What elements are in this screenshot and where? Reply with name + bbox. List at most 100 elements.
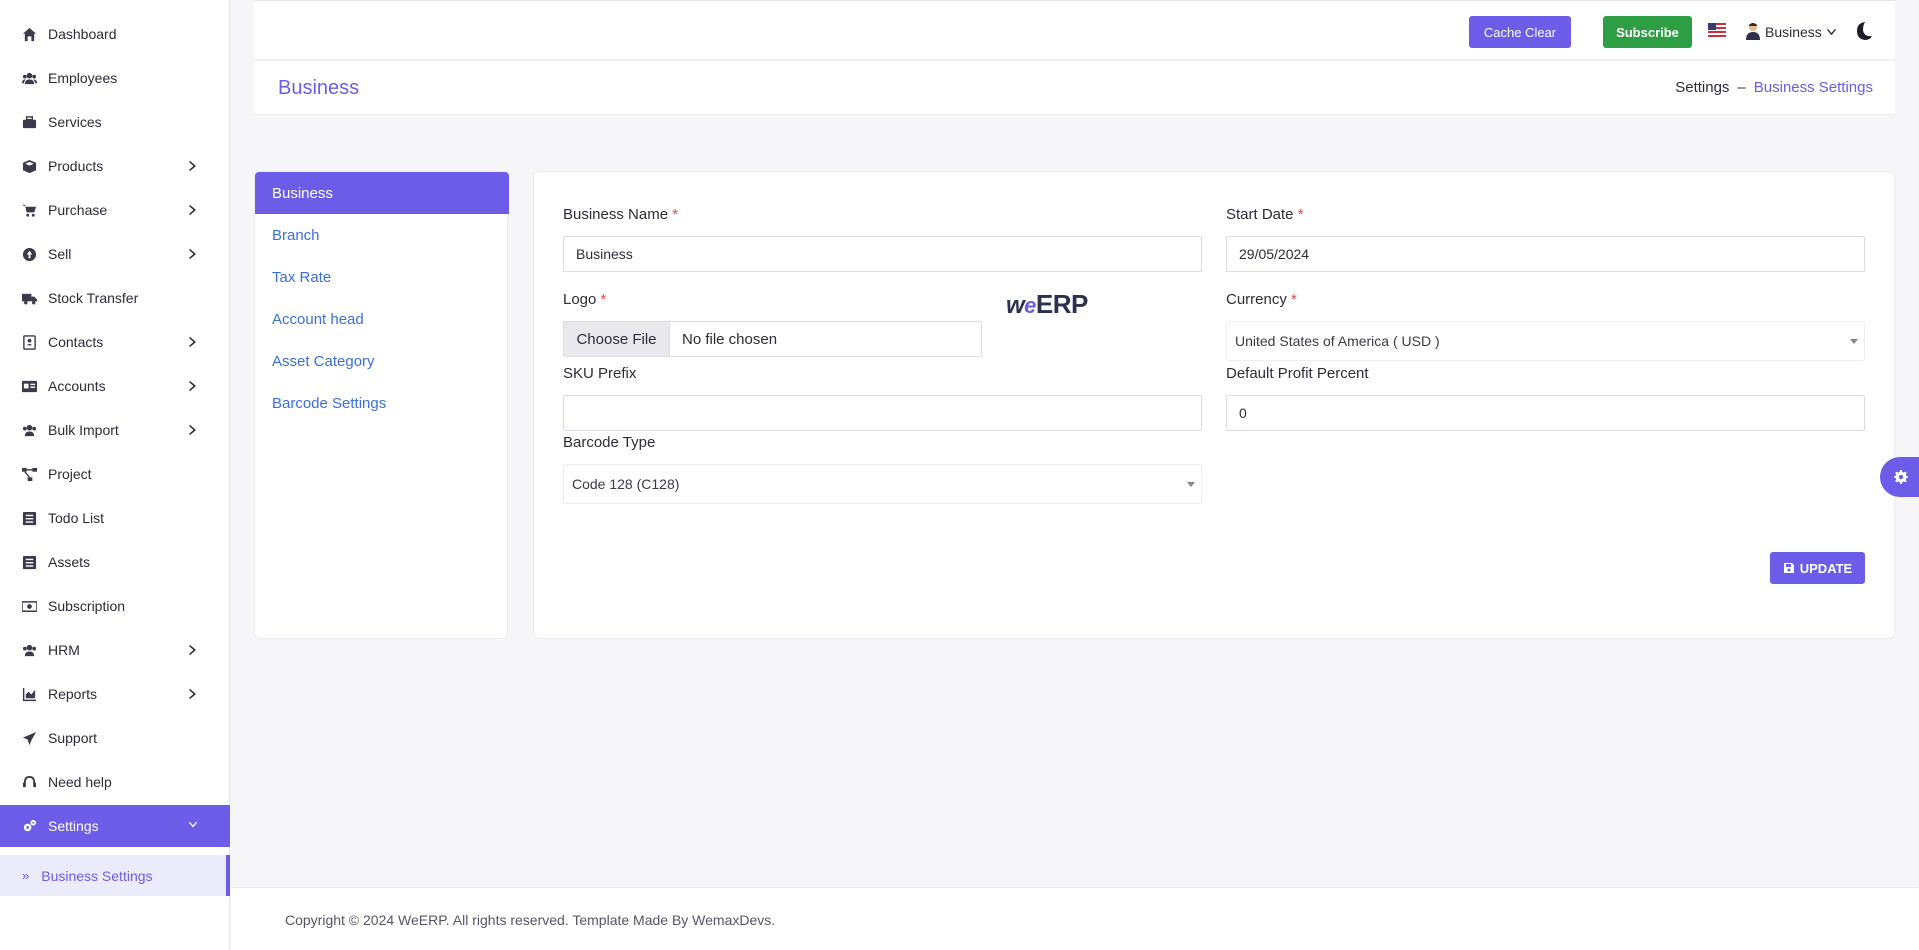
sku-prefix-label: SKU Prefix: [563, 365, 637, 382]
sidebar-item-support[interactable]: Support: [0, 718, 230, 758]
sidebar-item-need-help[interactable]: Need help: [0, 762, 230, 802]
top-header: Cache Clear Subscribe Business: [254, 0, 1895, 60]
sidebar-item-assets[interactable]: Assets: [0, 542, 230, 582]
sidebar-item-label: HRM: [48, 642, 80, 658]
users-icon: [20, 421, 38, 439]
logo-file-input[interactable]: Choose File No file chosen: [563, 321, 982, 357]
box-icon: [20, 157, 38, 175]
briefcase-icon: [20, 113, 38, 131]
sidebar-item-label: Contacts: [48, 334, 104, 350]
users-icon: [20, 641, 38, 659]
currency-select[interactable]: United States of America ( USD ): [1226, 321, 1865, 361]
user-menu[interactable]: Business: [1745, 21, 1837, 43]
sidebar-item-label: Purchase: [48, 202, 108, 218]
barcode-type-label: Barcode Type: [563, 434, 656, 451]
list-icon: [20, 509, 38, 527]
sidebar-item-sell[interactable]: Sell: [0, 234, 230, 274]
save-icon: [1783, 563, 1794, 573]
sidebar-item-todo-list[interactable]: Todo List: [0, 498, 230, 538]
sidebar-item-label: Subscription: [48, 598, 126, 614]
sidebar-item-services[interactable]: Services: [0, 102, 230, 142]
sidebar-item-subscription[interactable]: Subscription: [0, 586, 230, 626]
start-date-input[interactable]: 29/05/2024: [1226, 236, 1865, 272]
caret-down-icon: [1187, 482, 1195, 487]
business-name-label: Business Name *: [563, 206, 679, 223]
cogs-icon: [20, 817, 38, 835]
customizer-toggle[interactable]: [1880, 457, 1919, 497]
subscribe-button[interactable]: Subscribe: [1603, 16, 1692, 48]
sidebar-subitem-label: Business Settings: [41, 867, 153, 884]
double-chevron-right-icon: »: [22, 868, 30, 883]
id-card-icon: [20, 377, 38, 395]
home-icon: [20, 25, 38, 43]
sidebar-item-label: Settings: [48, 818, 99, 834]
moon-icon[interactable]: [1853, 21, 1873, 41]
sidebar-item-label: Todo List: [48, 510, 105, 526]
sidebar-item-dashboard[interactable]: Dashboard: [0, 14, 230, 54]
business-logo: w e ERP: [1006, 289, 1088, 319]
settings-menu-branch[interactable]: Branch: [255, 214, 509, 256]
chevron-right-icon: [188, 423, 200, 437]
arrow-up-circle-icon: [20, 245, 38, 263]
update-button[interactable]: UPDATE: [1770, 552, 1865, 584]
gear-icon: [1894, 470, 1908, 484]
cart-icon: [20, 201, 38, 219]
money-bill-icon: [20, 597, 38, 615]
sidebar-item-label: Reports: [48, 686, 98, 702]
sidebar-item-label: Bulk Import: [48, 422, 119, 438]
chevron-right-icon: [188, 379, 200, 393]
choose-file-button[interactable]: Choose File: [564, 322, 670, 356]
address-book-icon: [20, 333, 38, 351]
sidebar-item-reports[interactable]: Reports: [0, 674, 230, 714]
chart-area-icon: [20, 685, 38, 703]
sidebar-item-purchase[interactable]: Purchase: [0, 190, 230, 230]
sidebar-item-label: Employees: [48, 70, 118, 86]
settings-menu-business[interactable]: Business: [255, 172, 509, 214]
settings-menu-tax-rate[interactable]: Tax Rate: [255, 256, 509, 298]
business-name-input[interactable]: Business: [563, 236, 1202, 272]
copyright-text: Copyright © 2024 WeERP. All rights reser…: [285, 912, 776, 928]
barcode-type-select[interactable]: Code 128 (C128): [563, 464, 1202, 504]
footer: Copyright © 2024 WeERP. All rights reser…: [231, 887, 1919, 950]
default-profit-input[interactable]: 0: [1226, 395, 1865, 431]
users-icon: [20, 69, 38, 87]
breadcrumb: Settings – Business Settings: [1675, 79, 1873, 96]
paper-plane-icon: [20, 729, 38, 747]
sidebar-item-label: Accounts: [48, 378, 106, 394]
settings-menu-asset-category[interactable]: Asset Category: [255, 340, 509, 382]
user-name: Business: [1765, 24, 1822, 40]
sidebar-subitem-business-settings[interactable]: » Business Settings: [0, 855, 230, 896]
sidebar-item-settings[interactable]: Settings: [0, 805, 230, 847]
sidebar-item-label: Stock Transfer: [48, 290, 139, 306]
sidebar-item-contacts[interactable]: Contacts: [0, 322, 230, 362]
sku-prefix-input[interactable]: [563, 395, 1202, 431]
chevron-right-icon: [188, 247, 200, 261]
headset-icon: [20, 773, 38, 791]
us-flag-icon[interactable]: [1708, 23, 1726, 37]
avatar: [1745, 22, 1761, 43]
sidebar-item-bulk-import[interactable]: Bulk Import: [0, 410, 230, 450]
sidebar-item-label: Need help: [48, 774, 112, 790]
page-title: Business: [278, 77, 360, 99]
chevron-down-icon: [188, 818, 200, 832]
chevron-right-icon: [188, 643, 200, 657]
settings-menu-barcode-settings[interactable]: Barcode Settings: [255, 382, 509, 424]
cache-clear-button[interactable]: Cache Clear: [1469, 16, 1571, 48]
no-file-text: No file chosen: [682, 330, 778, 348]
start-date-label: Start Date *: [1226, 206, 1304, 223]
settings-menu-account-head[interactable]: Account head: [255, 298, 509, 340]
sidebar-item-accounts[interactable]: Accounts: [0, 366, 230, 406]
sidebar-item-label: Products: [48, 158, 104, 174]
chevron-down-icon: [1826, 24, 1837, 40]
sidebar-item-stock-transfer[interactable]: Stock Transfer: [0, 278, 230, 318]
sidebar-item-hrm[interactable]: HRM: [0, 630, 230, 670]
logo-label: Logo *: [563, 291, 607, 308]
sidebar-item-label: Support: [48, 730, 98, 746]
sidebar-item-employees[interactable]: Employees: [0, 58, 230, 98]
list-icon: [20, 553, 38, 571]
sidebar-item-project[interactable]: Project: [0, 454, 230, 494]
sidebar-item-label: Project: [48, 466, 92, 482]
sidebar-item-products[interactable]: Products: [0, 146, 230, 186]
breadcrumb-separator: –: [1737, 79, 1746, 96]
breadcrumb-parent[interactable]: Settings: [1675, 79, 1729, 96]
